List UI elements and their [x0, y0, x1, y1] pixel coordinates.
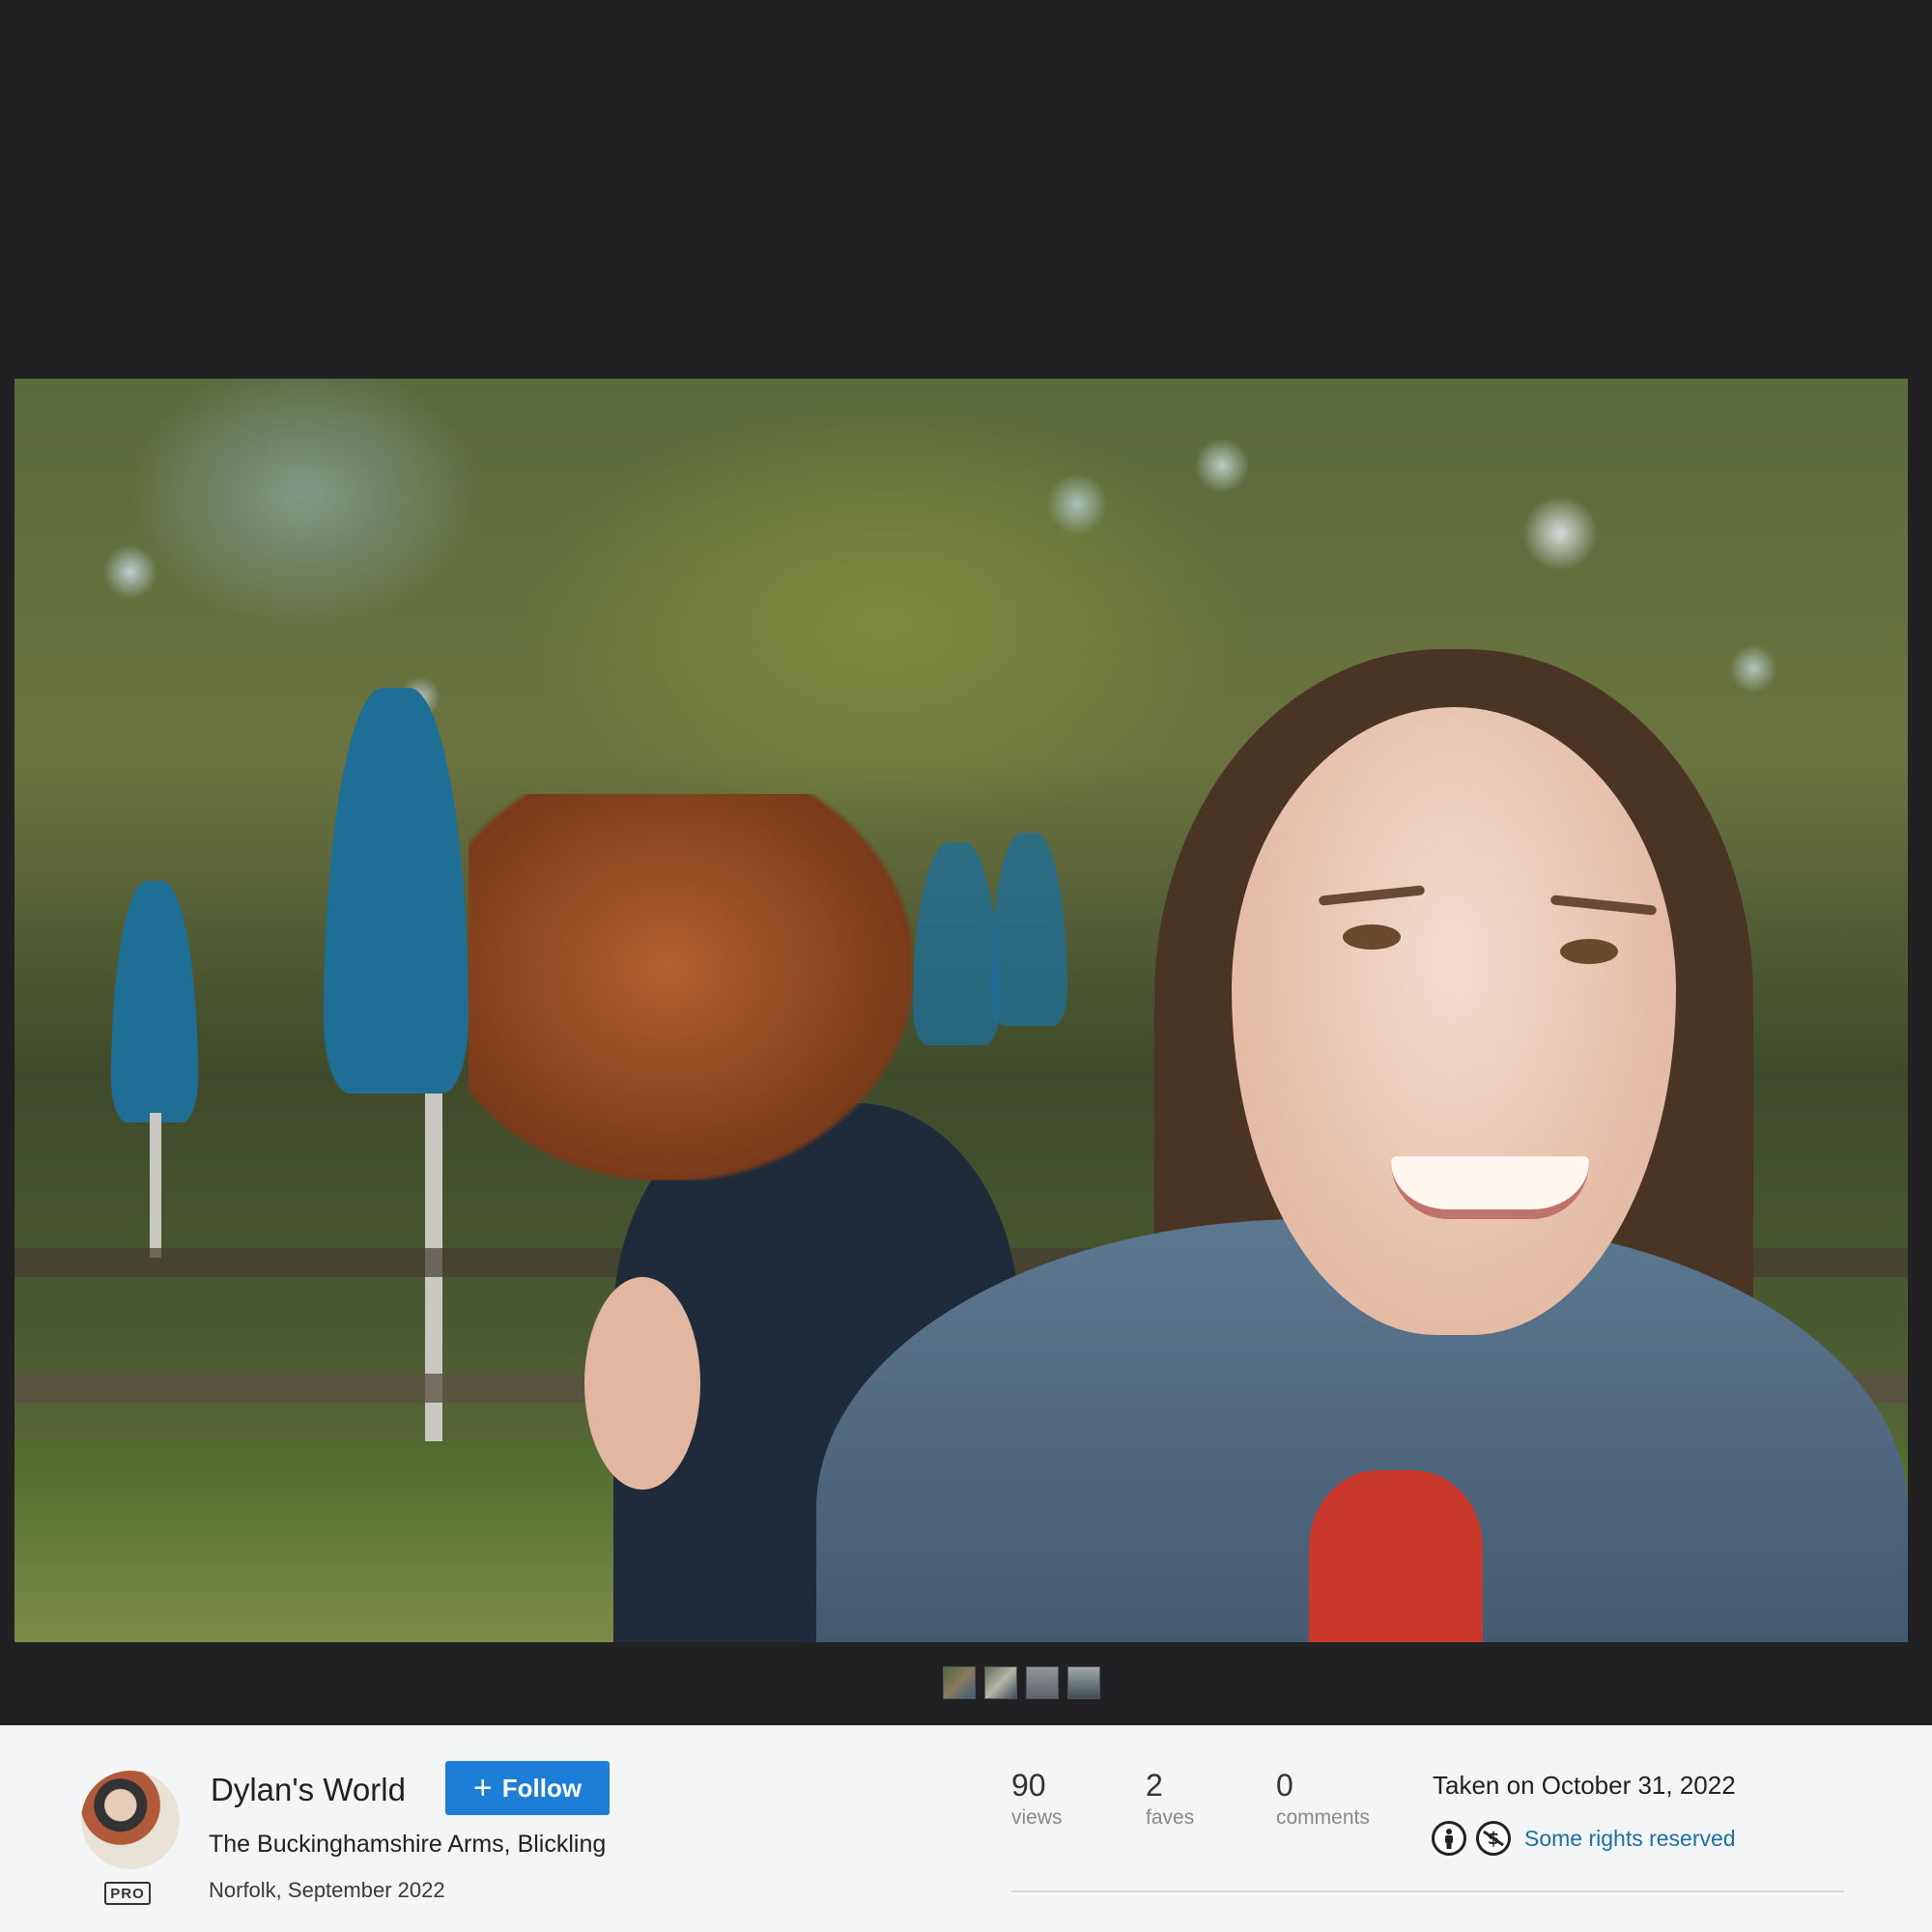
photo-thumbnail-strip — [943, 1666, 1100, 1699]
owner-name-link[interactable]: Dylan's World — [211, 1772, 406, 1808]
main-photo[interactable] — [14, 379, 1908, 1642]
stat-label: views — [1011, 1806, 1063, 1829]
photo-title: The Buckinghamshire Arms, Blickling — [209, 1831, 607, 1858]
owner-avatar[interactable] — [81, 1771, 180, 1869]
divider — [1011, 1890, 1844, 1892]
photo-description: Norfolk, September 2022 — [209, 1878, 445, 1902]
photo-eye — [1560, 939, 1618, 964]
thumbnail[interactable] — [984, 1666, 1017, 1699]
stat-label: faves — [1146, 1806, 1195, 1829]
stat-value: 2 — [1146, 1768, 1163, 1803]
plus-icon: + — [472, 1770, 493, 1806]
stat-comments: 0 comments — [1276, 1770, 1370, 1830]
stat-value: 90 — [1011, 1768, 1046, 1803]
thumbnail[interactable] — [1026, 1666, 1059, 1699]
taken-date[interactable]: Taken on October 31, 2022 — [1433, 1771, 1736, 1801]
thumbnail[interactable] — [943, 1666, 976, 1699]
pro-badge: PRO — [104, 1882, 151, 1905]
photo-girl-shirt — [1309, 1470, 1483, 1642]
thumbnail[interactable] — [1067, 1666, 1100, 1699]
license-info: $ Some rights reserved — [1432, 1821, 1736, 1856]
cc-by-icon[interactable] — [1432, 1821, 1466, 1856]
follow-label: Follow — [501, 1773, 582, 1803]
follow-button[interactable]: + Follow — [445, 1761, 610, 1815]
photo-girl-face — [1232, 707, 1676, 1335]
cc-nc-icon[interactable]: $ — [1476, 1821, 1511, 1856]
stat-faves: 2 faves — [1146, 1770, 1194, 1830]
license-link[interactable]: Some rights reserved — [1524, 1826, 1736, 1852]
stat-label: comments — [1276, 1806, 1370, 1829]
photo-boy-hair — [469, 794, 913, 1180]
stat-views: 90 views — [1011, 1770, 1063, 1830]
photo-smile — [1391, 1156, 1589, 1219]
photo-boy-hand — [584, 1277, 700, 1490]
stat-value: 0 — [1276, 1768, 1293, 1803]
photo-eye — [1343, 924, 1401, 950]
photo-viewer — [0, 0, 1932, 1725]
